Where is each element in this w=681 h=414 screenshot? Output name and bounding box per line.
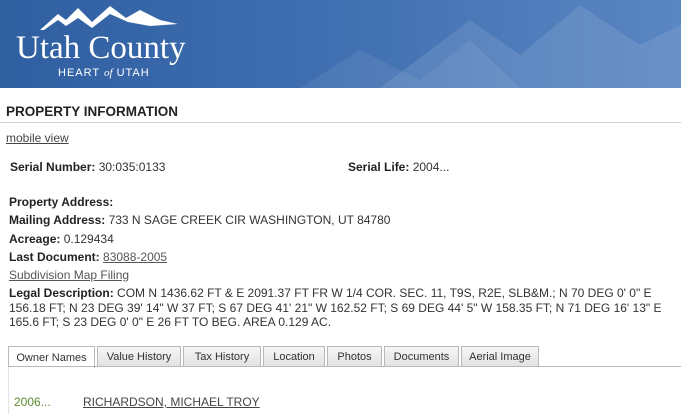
- last-document-label: Last Document:: [9, 250, 100, 264]
- serial-life-label: Serial Life:: [348, 160, 410, 174]
- legal-description: Legal Description: COM N 1436.62 FT & E …: [9, 286, 674, 330]
- tab-documents[interactable]: Documents: [384, 346, 459, 367]
- subdivision-map-link[interactable]: Subdivision Map Filing: [9, 268, 129, 282]
- mailing-address-label: Mailing Address:: [9, 213, 106, 227]
- serial-number-row: Serial Number: 30:035:0133: [10, 160, 165, 174]
- tab-aerial-image[interactable]: Aerial Image: [461, 346, 539, 367]
- tab-owner-names[interactable]: Owner Names: [8, 346, 95, 368]
- logo-title: Utah County: [16, 30, 186, 66]
- acreage-label: Acreage:: [9, 232, 61, 246]
- acreage-row: Acreage: 0.129434: [9, 232, 114, 246]
- serial-number-label: Serial Number:: [10, 160, 96, 174]
- tab-photos[interactable]: Photos: [327, 346, 382, 367]
- property-address-label: Property Address:: [9, 195, 114, 209]
- last-document-row: Last Document: 83088-2005: [9, 250, 167, 264]
- tab-location[interactable]: Location: [263, 346, 325, 367]
- serial-number-value: 30:035:0133: [98, 160, 166, 174]
- mailing-address-row: Mailing Address: 733 N SAGE CREEK CIR WA…: [9, 213, 390, 227]
- acreage-value: 0.129434: [63, 232, 114, 246]
- tab-tax-history[interactable]: Tax History: [183, 346, 261, 367]
- subdivision-row: Subdivision Map Filing: [9, 268, 129, 282]
- serial-life-row: Serial Life: 2004...: [348, 160, 449, 174]
- legal-description-label: Legal Description:: [9, 286, 114, 300]
- last-document-link[interactable]: 83088-2005: [103, 250, 167, 264]
- owner-name-link[interactable]: RICHARDSON, MICHAEL TROY: [83, 395, 260, 409]
- tab-value-history[interactable]: Value History: [97, 346, 181, 367]
- serial-life-value: 2004...: [412, 160, 450, 174]
- mobile-view-link[interactable]: mobile view: [6, 131, 69, 145]
- tab-bar: Owner Names Value History Tax History Lo…: [8, 346, 539, 368]
- property-address-row: Property Address:: [9, 195, 113, 209]
- header-banner: Utah County HEART of UTAH: [0, 0, 681, 88]
- owner-year: 2006...: [14, 395, 51, 409]
- mailing-address-value: 733 N SAGE CREEK CIR WASHINGTON, UT 8478…: [108, 213, 391, 227]
- divider: [0, 122, 681, 123]
- page-title: PROPERTY INFORMATION: [6, 104, 179, 119]
- logo-subtitle: HEART of UTAH: [58, 67, 150, 79]
